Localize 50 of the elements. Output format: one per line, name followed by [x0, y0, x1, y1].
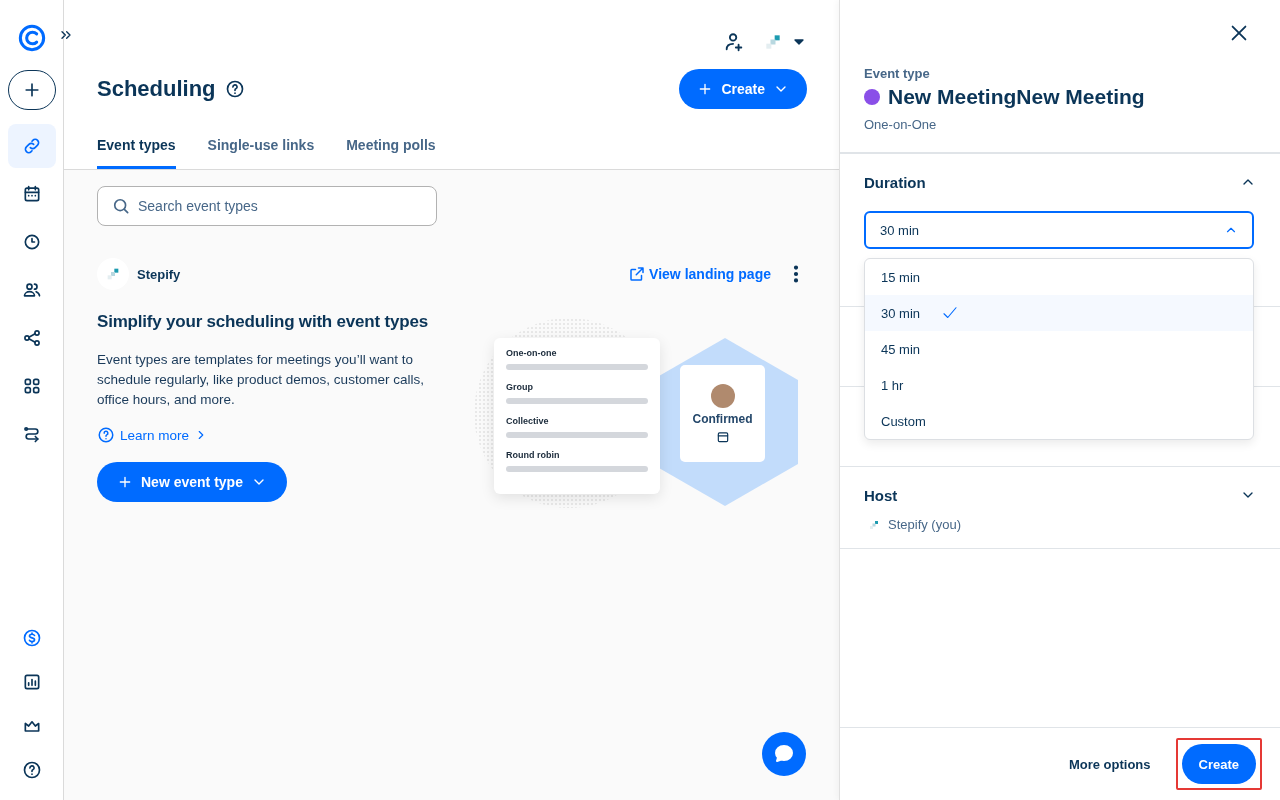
dropdown-option[interactable]: 15 min: [865, 259, 1253, 295]
row-label: Collective: [506, 416, 550, 426]
confirmed-label: Confirmed: [692, 411, 753, 426]
create-button[interactable]: Create: [679, 69, 807, 109]
avatar-placeholder: [710, 383, 735, 408]
tab[interactable]: Single-use links: [207, 124, 315, 169]
event-kind: One-on-One: [864, 117, 938, 132]
app-logo-icon[interactable]: [17, 24, 46, 52]
landing-page-link[interactable]: View landing page: [628, 265, 771, 283]
dollar-icon[interactable]: [21, 628, 42, 648]
row-label: Group: [506, 382, 534, 392]
more-options-button[interactable]: More options: [1056, 748, 1163, 780]
help-icon[interactable]: [224, 79, 245, 99]
person-plus-icon[interactable]: [723, 31, 745, 53]
calendar-icon: [715, 429, 730, 444]
dropdown-option[interactable]: 45 min: [865, 331, 1253, 367]
dropdown-option[interactable]: 30 min: [865, 295, 1253, 331]
duration-select[interactable]: 30 min: [864, 211, 1254, 249]
logo-icon: [105, 266, 121, 282]
row-label: One-on-one: [506, 348, 558, 358]
share-icon: [21, 328, 42, 348]
page-title: Scheduling: [97, 76, 216, 102]
people-icon: [21, 280, 42, 300]
tab[interactable]: Event types: [97, 124, 176, 169]
event-color-dot: [864, 89, 880, 105]
tab[interactable]: Meeting polls: [346, 124, 436, 169]
row-label: Round robin: [506, 450, 561, 460]
chat-button[interactable]: [762, 732, 806, 776]
create-button[interactable]: Create: [1181, 744, 1256, 784]
field-label: Event type: [864, 66, 931, 81]
section-title: Duration: [864, 173, 926, 191]
description: Event types are templates for meetings you’ll want to schedule regularly, like product demos, customer calls, office hours, and more.: [97, 351, 425, 409]
section-title: Host: [864, 486, 898, 504]
new-event-type-button[interactable]: New event type: [97, 462, 287, 502]
account-name: Stepify: [137, 266, 181, 282]
logo-icon: [868, 518, 880, 531]
logo-icon: [763, 32, 783, 52]
section-heading: Simplify your scheduling with event types: [97, 312, 429, 332]
dropdown-option[interactable]: Custom: [865, 403, 1253, 439]
help-icon: [97, 426, 115, 444]
route-icon: [21, 424, 42, 444]
plus-icon: [117, 474, 133, 490]
add-button[interactable]: [7, 70, 56, 110]
dropdown-option[interactable]: 1 hr: [865, 367, 1253, 403]
event-title: New MeetingNew Meeting: [888, 85, 1145, 109]
learn-more-link[interactable]: Learn more: [97, 426, 209, 444]
search-field[interactable]: Search event types: [97, 186, 437, 226]
external-link-icon: [628, 265, 647, 283]
host-name: Stepify (you): [888, 517, 961, 532]
help-icon[interactable]: [21, 760, 42, 780]
